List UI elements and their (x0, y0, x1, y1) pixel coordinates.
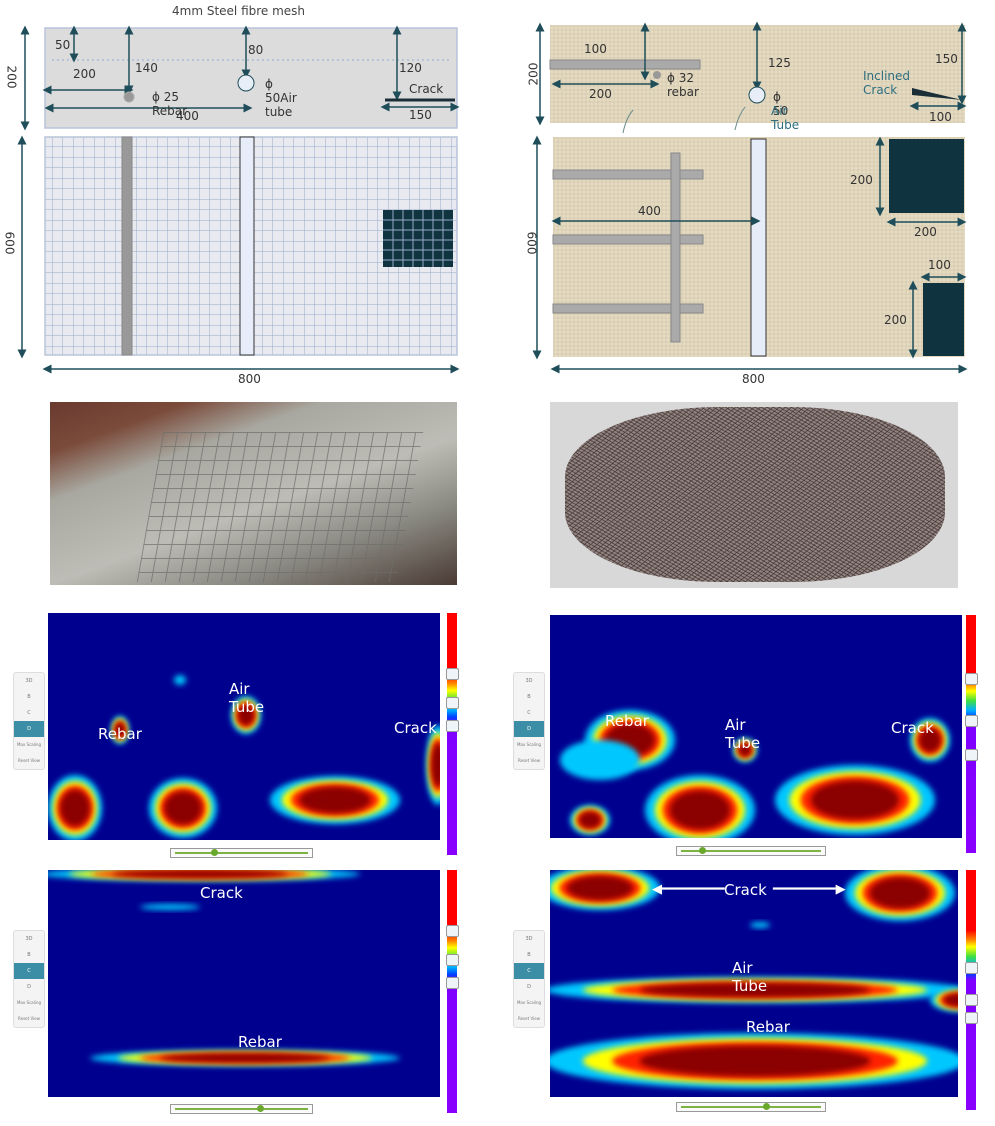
viewer-panel-bl: 3D B C D Max Scaling Reset View (13, 930, 45, 1028)
heatmap-reflection (669, 790, 731, 830)
colorbar-handle[interactable] (446, 720, 459, 732)
depth-slider-bl[interactable] (170, 1104, 313, 1114)
heatmap-reflection (299, 786, 371, 814)
max-scaling-button[interactable]: Max Scaling (514, 995, 544, 1011)
crack-arrow: ◀━━━━━━━━ (652, 882, 725, 897)
max-scaling-button[interactable]: Max Scaling (14, 995, 44, 1011)
colorbar-handle[interactable] (446, 977, 459, 989)
view-b-button[interactable]: B (514, 947, 544, 963)
viewer-panel-tr: 3D B C D Max Scaling Reset View (513, 672, 545, 770)
tr-rebar-label: Rebar (605, 712, 649, 730)
reset-view-button[interactable]: Reset View (14, 1011, 44, 1027)
heatmap-reflection (112, 870, 288, 878)
heatmap-reflection (174, 675, 186, 685)
heatmap-reflection (811, 780, 899, 820)
colorbar-handle[interactable] (965, 994, 978, 1006)
view-3d-button[interactable]: 3D (514, 673, 544, 689)
view-d-button[interactable]: D (514, 721, 544, 737)
colorbar-tr (965, 615, 978, 853)
reset-view-button[interactable]: Reset View (14, 753, 44, 769)
reset-view-button[interactable]: Reset View (514, 1011, 544, 1027)
heatmap-reflection (60, 789, 90, 827)
viewer-panel-tl: 3D B C D Max Scaling Reset View (13, 672, 45, 770)
view-3d-button[interactable]: 3D (14, 931, 44, 947)
colorbar-br (965, 870, 978, 1110)
heatmap-reflection (750, 922, 770, 928)
reset-view-button[interactable]: Reset View (514, 753, 544, 769)
depth-slider-tr[interactable] (676, 846, 826, 856)
depth-slider-tl[interactable] (170, 848, 313, 858)
view-3d-button[interactable]: 3D (514, 931, 544, 947)
heatmap-reflection (639, 1045, 871, 1077)
max-scaling-button[interactable]: Max Scaling (514, 737, 544, 753)
view-c-button[interactable]: C (14, 963, 44, 979)
heatmap-reflection (431, 743, 440, 787)
br-crack-label: Crack (724, 881, 767, 899)
colorbar-tl (446, 613, 459, 855)
bl-crack-label: Crack (200, 884, 243, 902)
heatmap-reflection (560, 740, 640, 780)
colorbar-handle[interactable] (446, 668, 459, 680)
max-scaling-button[interactable]: Max Scaling (14, 737, 44, 753)
heatmap-reflection (567, 875, 633, 901)
heatmap-reflection (869, 877, 931, 909)
heatmap-reflection (164, 791, 202, 825)
depth-slider-br[interactable] (676, 1102, 826, 1112)
colorbar-handle[interactable] (965, 673, 978, 685)
heatmap-reflection (140, 904, 200, 910)
view-d-button[interactable]: D (14, 979, 44, 995)
viewer-panel-br: 3D B C D Max Scaling Reset View (513, 930, 545, 1028)
crack-arrow: ━━━━━━━━▶ (773, 882, 846, 897)
tr-air-tube-label: Air Tube (725, 716, 761, 752)
view-b-button[interactable]: B (514, 689, 544, 705)
view-c-button[interactable]: C (514, 963, 544, 979)
br-air-tube-label: Air Tube (732, 959, 768, 995)
slider-knob[interactable] (763, 1103, 770, 1110)
colorbar-handle[interactable] (446, 925, 459, 937)
view-b-button[interactable]: B (14, 947, 44, 963)
slider-knob[interactable] (257, 1105, 264, 1112)
colorbar-handle[interactable] (446, 954, 459, 966)
tl-air-tube-label: Air Tube (229, 680, 265, 716)
colorbar-handle[interactable] (965, 749, 978, 761)
view-d-button[interactable]: D (514, 979, 544, 995)
colorbar-handle[interactable] (965, 962, 978, 974)
br-rebar-label: Rebar (746, 1018, 790, 1036)
view-c-button[interactable]: C (14, 705, 44, 721)
view-3d-button[interactable]: 3D (14, 673, 44, 689)
heatmap-reflection (159, 1053, 331, 1063)
slider-knob[interactable] (699, 847, 706, 854)
view-d-button[interactable]: D (14, 721, 44, 737)
view-b-button[interactable]: B (14, 689, 44, 705)
colorbar-handle[interactable] (446, 697, 459, 709)
tl-rebar-label: Rebar (98, 725, 142, 743)
colorbar-bl (446, 870, 459, 1113)
view-c-button[interactable]: C (514, 705, 544, 721)
colorbar-handle[interactable] (965, 715, 978, 727)
tr-crack-label: Crack (891, 719, 934, 737)
heatmap-reflection (579, 811, 601, 829)
tl-crack-label: Crack (394, 719, 437, 737)
gpr-heatmaps (48, 613, 962, 1097)
colorbar-handle[interactable] (965, 1012, 978, 1024)
bl-rebar-label: Rebar (238, 1033, 282, 1051)
slider-knob[interactable] (211, 849, 218, 856)
